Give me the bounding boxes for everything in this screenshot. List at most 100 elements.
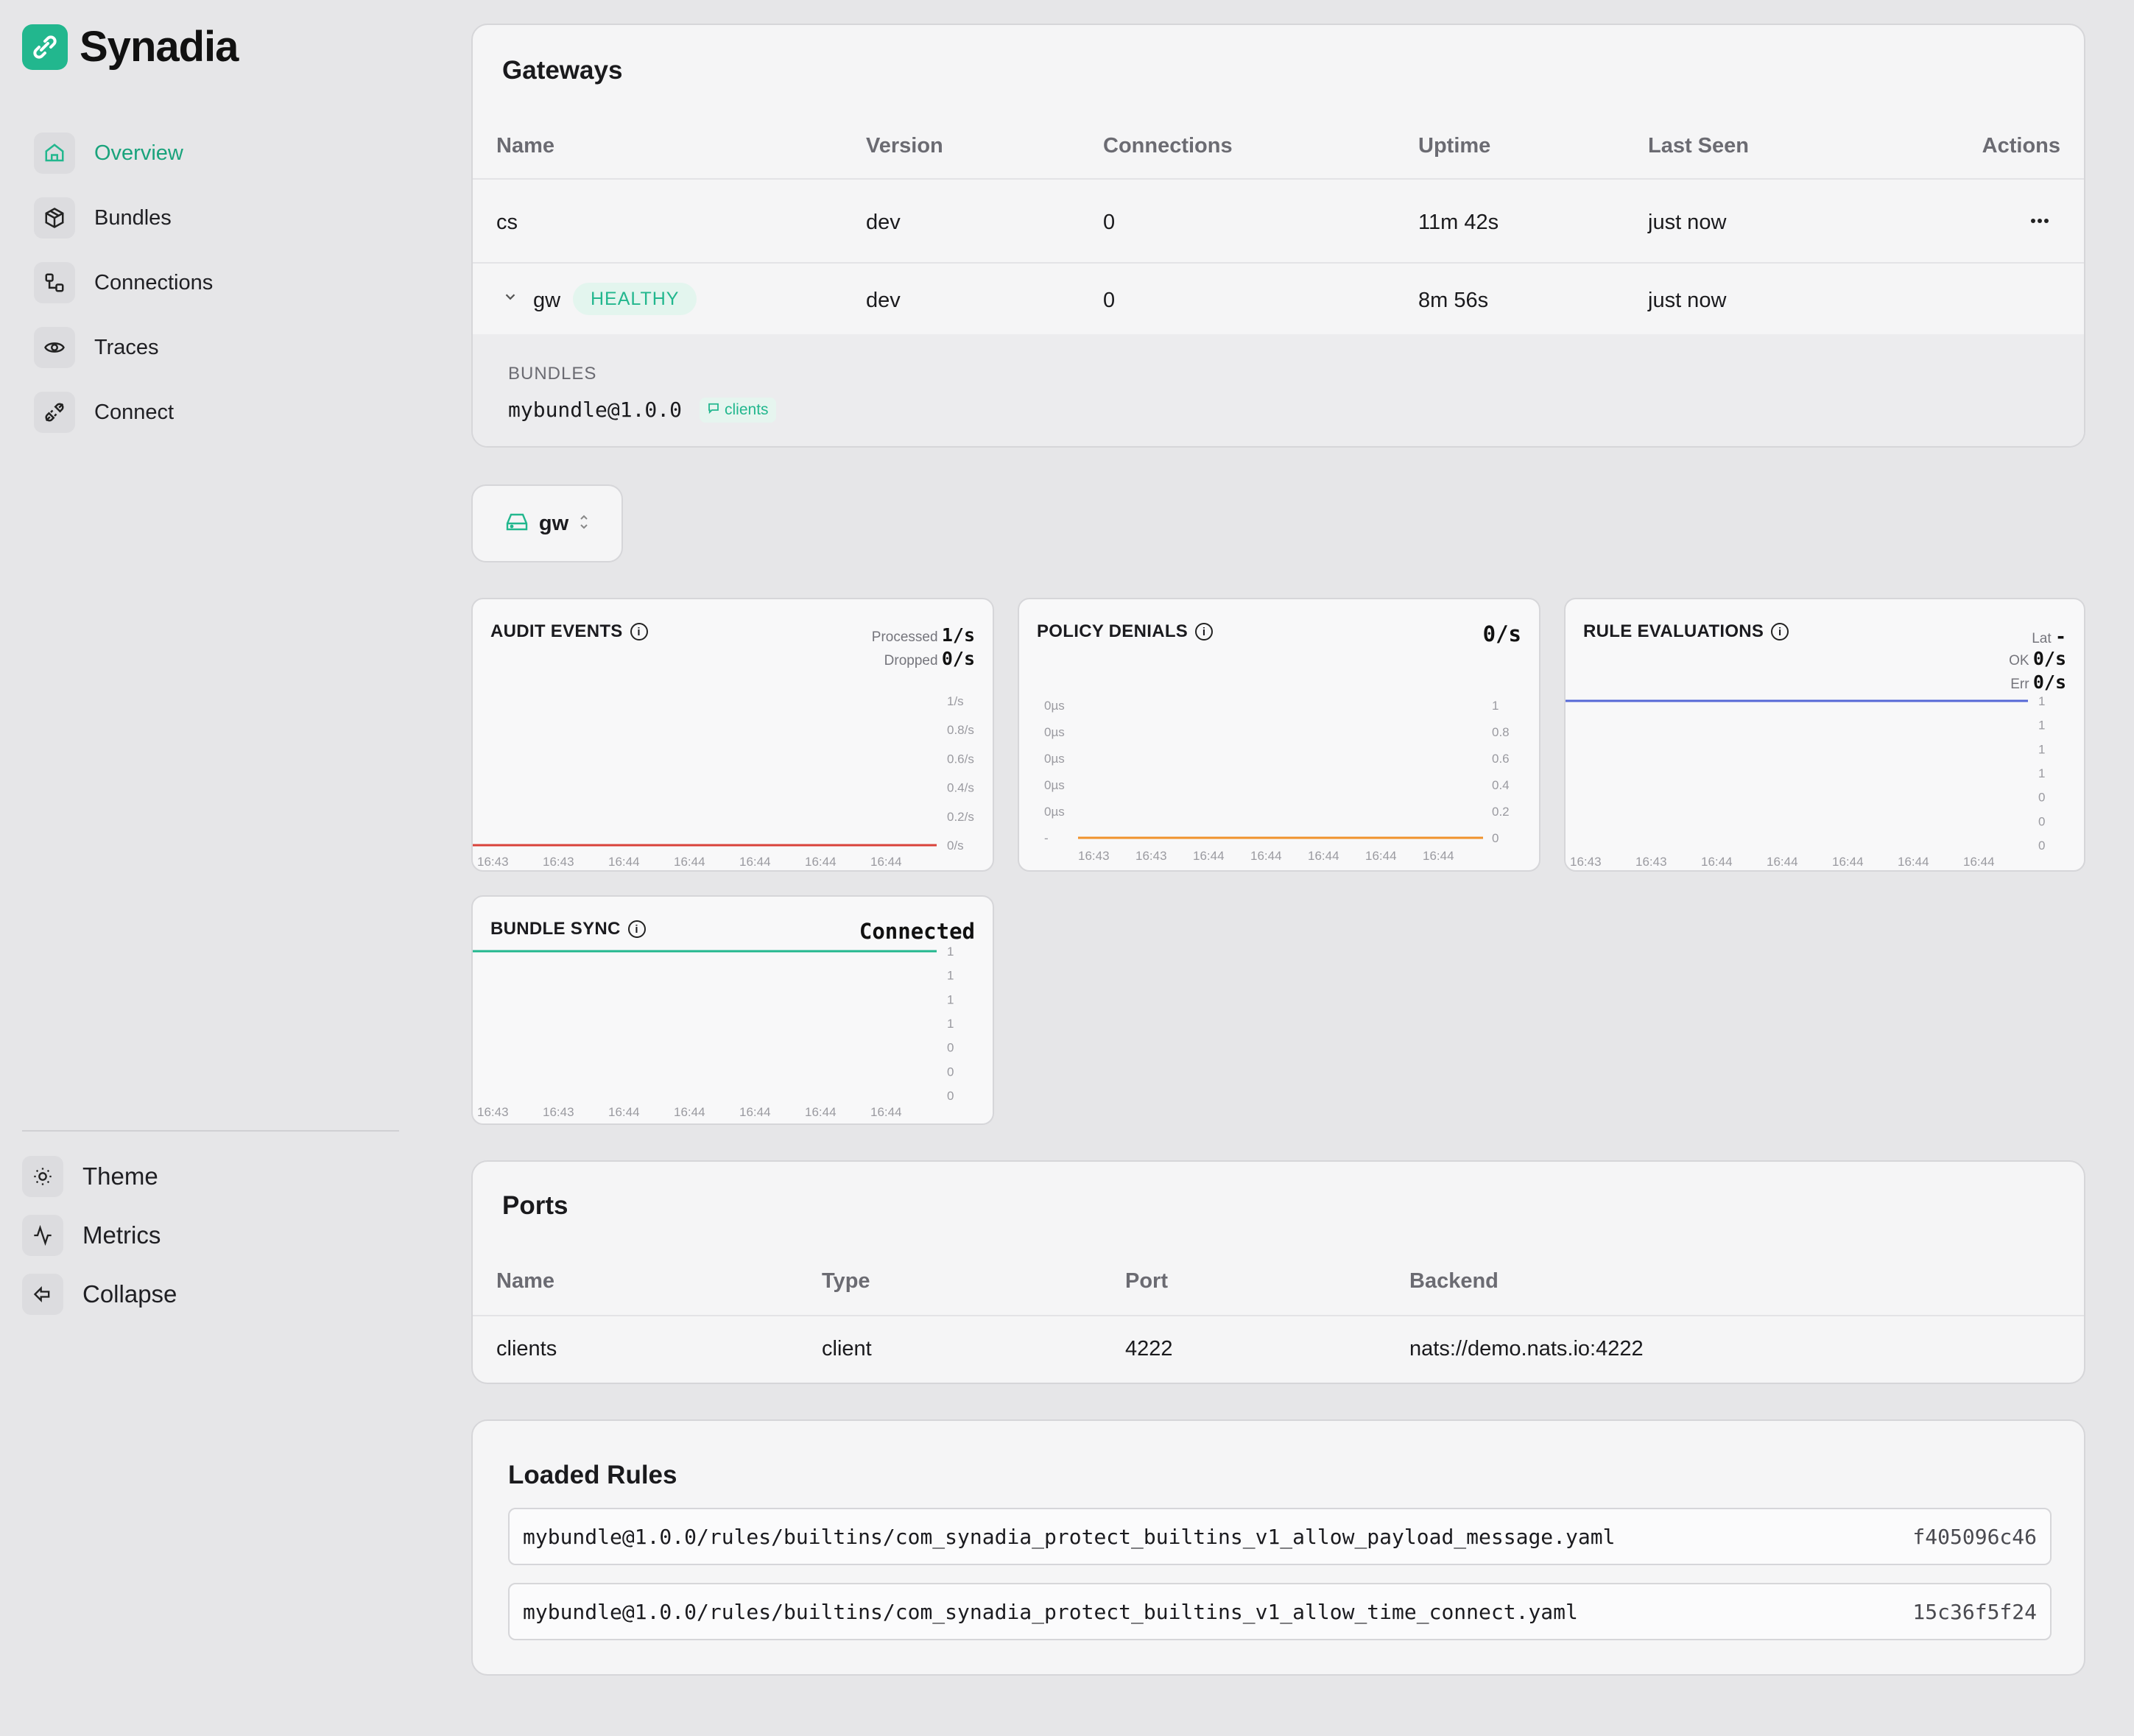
collapse-label: Collapse	[82, 1280, 177, 1308]
eye-icon	[34, 327, 75, 368]
y-tick-label: 1	[2038, 694, 2045, 708]
x-tick-label: 16:44	[1308, 849, 1339, 863]
processed-value: 1/s	[941, 624, 975, 646]
y-tick-label: 1	[947, 969, 954, 983]
rule-path: mybundle@1.0.0/rules/builtins/com_synadi…	[523, 1599, 1578, 1624]
ports-card: Ports Name Type Port Backend clients cli…	[471, 1160, 2085, 1384]
x-tick-label: 16:43	[1635, 855, 1667, 869]
y-tick-label: 0	[1492, 831, 1499, 845]
x-tick-label: 16:44	[1250, 849, 1282, 863]
rule-path: mybundle@1.0.0/rules/builtins/com_synadi…	[523, 1524, 1616, 1549]
rule-hash: f405096c46	[1912, 1524, 2037, 1549]
x-tick-label: 16:44	[870, 855, 902, 869]
x-tick-label: 16:44	[870, 1105, 902, 1119]
x-tick-label: 16:44	[739, 1105, 771, 1119]
gateway-name: gw	[533, 289, 561, 312]
row-divider	[473, 1315, 2084, 1316]
gateway-uptime: 11m 42s	[1418, 211, 1499, 234]
main-nav: Overview Bundles Connections Traces Conn…	[34, 131, 213, 455]
info-icon[interactable]: i	[1195, 623, 1214, 641]
y-tick-label: 0.4	[1492, 778, 1510, 792]
x-tick-label: 16:44	[1898, 855, 1929, 869]
y-tick-label: 0	[947, 1065, 954, 1079]
y-tick-label: -	[1044, 831, 1049, 845]
sidebar-item-bundles[interactable]: Bundles	[34, 196, 213, 240]
y-tick-label: 0.6	[1492, 752, 1510, 766]
column-header-actions: Actions	[1982, 134, 2060, 158]
port-type: client	[822, 1337, 872, 1361]
bundle-name[interactable]: mybundle@1.0.0	[508, 398, 682, 422]
denials-value: 0/s	[1482, 621, 1521, 646]
sidebar-footer: Theme Metrics Collapse	[22, 1156, 177, 1333]
y-tick-label: 0	[2038, 814, 2045, 828]
info-icon[interactable]: i	[627, 920, 646, 938]
ok-stat: OK 0/s	[2009, 648, 2066, 669]
rule-evaluations-chart: 1 1 1 1 0 0 0 16:43 16:43 16:44 16:44 16:44 16:44 16:…	[1564, 598, 2085, 872]
y-tick-label: 0µs	[1044, 778, 1065, 792]
lat-label: Lat	[2032, 631, 2052, 646]
x-tick-label: 16:44	[1701, 855, 1733, 869]
y-tick-label: 0µs	[1044, 699, 1065, 713]
bundles-section-label: BUNDLES	[508, 364, 597, 384]
err-value: 0/s	[2032, 671, 2066, 693]
ports-title: Ports	[502, 1191, 568, 1220]
more-actions-icon[interactable]	[2029, 214, 2050, 232]
gateway-connections: 0	[1103, 289, 1116, 312]
x-tick-label: 16:44	[1767, 855, 1798, 869]
y-tick-label: 1	[2038, 766, 2045, 780]
column-header-backend: Backend	[1409, 1269, 1499, 1293]
chart-title-text: BUNDLE SYNC	[490, 919, 621, 939]
port-chip[interactable]: clients	[700, 398, 776, 423]
brand-name: Synadia	[80, 23, 239, 71]
port-name: clients	[496, 1337, 557, 1361]
x-tick-label: 16:44	[1423, 849, 1454, 863]
rule-item[interactable]: mybundle@1.0.0/rules/builtins/com_synadi…	[508, 1508, 2052, 1565]
y-tick-label: 0.2	[1492, 805, 1510, 819]
sidebar-item-traces[interactable]: Traces	[34, 325, 213, 370]
brand[interactable]: Synadia	[22, 22, 239, 71]
rule-hash: 15c36f5f24	[1912, 1599, 2037, 1624]
y-tick-label: 1	[2038, 719, 2045, 733]
chart-title: AUDIT EVENTS i	[490, 621, 648, 642]
gateway-details: BUNDLES mybundle@1.0.0 clients	[473, 334, 2084, 446]
plug-icon	[34, 392, 75, 433]
x-tick-label: 16:43	[543, 855, 574, 869]
sidebar-item-overview[interactable]: Overview	[34, 131, 213, 175]
info-icon[interactable]: i	[630, 623, 648, 641]
sidebar-item-connections[interactable]: Connections	[34, 261, 213, 305]
gateway-connections: 0	[1103, 211, 1116, 234]
info-icon[interactable]: i	[1771, 623, 1789, 641]
rule-item[interactable]: mybundle@1.0.0/rules/builtins/com_synadi…	[508, 1583, 2052, 1640]
policy-denials-chart: 1 0.8 0.6 0.4 0.2 0 0µs 0µs 0µs 0µs 0µs - 16:43 16:43…	[1018, 598, 1540, 872]
ok-value: 0/s	[2032, 648, 2066, 669]
dropped-value: 0/s	[941, 648, 975, 669]
port-backend: nats://demo.nats.io:4222	[1409, 1337, 1644, 1361]
y-tick-label: 1/s	[947, 694, 964, 708]
err-label: Err	[2010, 677, 2029, 692]
loaded-rules-title: Loaded Rules	[508, 1461, 677, 1489]
gateways-title: Gateways	[502, 56, 623, 85]
metrics-button[interactable]: Metrics	[22, 1215, 177, 1256]
theme-button[interactable]: Theme	[22, 1156, 177, 1197]
sun-icon	[22, 1156, 63, 1197]
package-icon	[34, 197, 75, 239]
sidebar-item-connect[interactable]: Connect	[34, 390, 213, 434]
metrics-label: Metrics	[82, 1221, 161, 1249]
y-tick-label: 0	[947, 1041, 954, 1055]
y-tick-label: 0	[2038, 839, 2045, 853]
x-tick-label: 16:43	[1570, 855, 1602, 869]
connections-icon	[34, 262, 75, 303]
x-tick-label: 16:44	[1832, 855, 1864, 869]
dropped-stat: Dropped 0/s	[884, 648, 975, 669]
sidebar-item-label: Connections	[94, 270, 214, 294]
synadia-logo-icon	[22, 24, 68, 70]
column-header-uptime: Uptime	[1418, 134, 1491, 158]
chevron-down-icon[interactable]	[502, 289, 518, 308]
dropped-label: Dropped	[884, 653, 938, 668]
y-tick-label: 1	[947, 992, 954, 1006]
gateway-selector[interactable]: gw	[471, 484, 623, 562]
err-stat: Err 0/s	[2010, 671, 2066, 693]
audit-events-chart: 1/s 0.8/s 0.6/s 0.4/s 0.2/s 0/s 16:43 16:43 16:4…	[471, 598, 994, 872]
collapse-button[interactable]: Collapse	[22, 1274, 177, 1315]
y-tick-label: 0µs	[1044, 725, 1065, 739]
